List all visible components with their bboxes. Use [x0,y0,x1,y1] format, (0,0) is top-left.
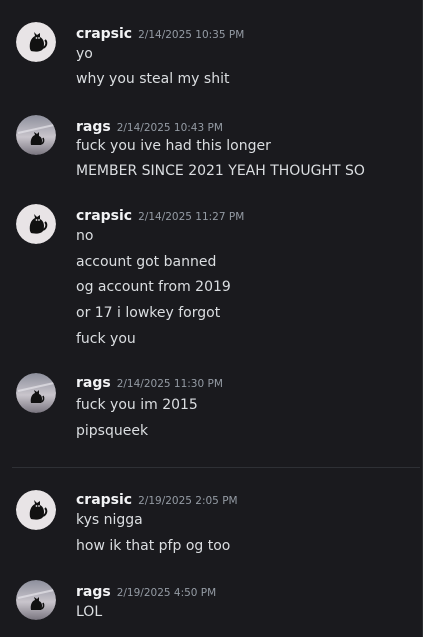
username[interactable]: rags [76,375,111,391]
message-text: fuck you [76,331,136,347]
message-text: pipsqueek [76,423,149,439]
message-header: crapsic 2/19/2025 2:05 PM [76,488,238,510]
username[interactable]: crapsic [76,26,132,42]
message-text: or 17 i lowkey forgot [76,305,221,321]
cat-avatar-icon[interactable] [16,204,56,244]
message-text: yo [76,46,93,62]
cat-avatar-icon[interactable] [16,490,56,530]
message-text: og account from 2019 [76,279,231,295]
timestamp[interactable]: 2/14/2025 10:43 PM [117,122,223,134]
timestamp[interactable]: 2/14/2025 11:27 PM [138,211,244,223]
message-text: LOL [76,604,103,620]
timestamp[interactable]: 2/14/2025 11:30 PM [117,378,223,390]
username[interactable]: rags [76,584,111,600]
timestamp[interactable]: 2/19/2025 2:05 PM [138,495,237,507]
username[interactable]: rags [76,119,111,135]
message-text: fuck you ive had this longer [76,138,271,154]
message-text: no [76,228,94,244]
username[interactable]: crapsic [76,492,132,508]
timestamp[interactable]: 2/14/2025 10:35 PM [138,29,244,41]
date-divider [12,467,420,468]
cat-avatar-icon[interactable] [16,22,56,62]
username[interactable]: crapsic [76,208,132,224]
cat-on-sky-avatar-icon[interactable] [16,373,56,413]
message-header: rags 2/14/2025 10:43 PM [76,115,223,137]
message-text: MEMBER SINCE 2021 YEAH THOUGHT SO [76,163,365,179]
message-header: crapsic 2/14/2025 10:35 PM [76,22,244,44]
message-header: rags 2/19/2025 4:50 PM [76,580,216,602]
timestamp[interactable]: 2/19/2025 4:50 PM [117,587,216,599]
cat-on-sky-avatar-icon[interactable] [16,115,56,155]
message-text: why you steal my shit [76,71,230,87]
message-text: kys nigga [76,512,143,528]
chat-log: crapsic 2/14/2025 10:35 PM yo why you ste… [0,0,423,637]
message-header: rags 2/14/2025 11:30 PM [76,371,223,393]
cat-on-sky-avatar-icon[interactable] [16,580,56,620]
message-text: how ik that pfp og too [76,538,231,554]
message-text: account got banned [76,254,217,270]
message-header: crapsic 2/14/2025 11:27 PM [76,204,244,226]
message-text: fuck you im 2015 [76,397,198,413]
